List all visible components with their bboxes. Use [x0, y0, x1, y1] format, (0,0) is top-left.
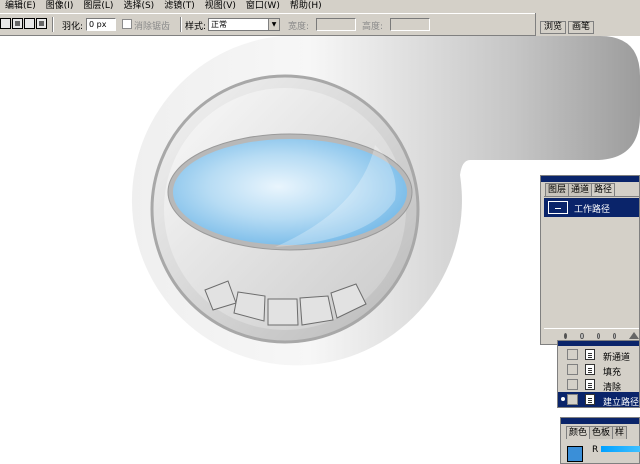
panel-titlebar[interactable] [561, 418, 639, 424]
actions-panel: 新通道 填充 清除 建立路径 [557, 340, 640, 408]
panel-titlebar[interactable] [558, 341, 639, 346]
antialias-checkbox[interactable] [122, 19, 132, 29]
tab-channels[interactable]: 通道 [568, 183, 593, 196]
action-item[interactable]: 清除 [558, 377, 639, 393]
action-item-selected[interactable]: 建立路径 [558, 392, 640, 408]
paths-panel-tabs: 图层 通道 路径 [545, 183, 616, 196]
action-step-icon [585, 364, 595, 375]
action-item[interactable]: 填充 [558, 362, 639, 378]
palette-well: 浏览 画笔 [535, 13, 640, 36]
path-thumbnail-icon [548, 201, 568, 214]
control-button [267, 298, 299, 326]
work-path-label: 工作路径 [574, 205, 611, 215]
style-select[interactable]: 正常 ▼ [208, 18, 280, 31]
tab-color[interactable]: 颜色 [566, 426, 591, 439]
new-path-icon[interactable] [629, 332, 639, 339]
tab-brushes[interactable]: 画笔 [568, 21, 595, 34]
action-step-icon [585, 379, 595, 390]
tab-styles[interactable]: 样 [612, 426, 628, 439]
style-select-value: 正常 [211, 20, 227, 29]
fill-path-icon[interactable] [564, 332, 568, 339]
action-item[interactable]: 新通道 [558, 347, 639, 363]
width-input [316, 18, 356, 31]
action-toggle-checkbox[interactable] [567, 394, 578, 405]
height-label: 高度: [362, 22, 384, 32]
red-channel-label: R [592, 445, 599, 455]
action-label: 建立路径 [603, 398, 640, 408]
tab-paths[interactable]: 路径 [591, 183, 616, 196]
width-label: 宽度: [288, 22, 310, 32]
action-step-icon [585, 394, 595, 405]
action-toggle-checkbox[interactable] [567, 379, 578, 390]
tab-layers[interactable]: 图层 [545, 183, 570, 196]
antialias-label: 消除锯齿 [134, 22, 171, 32]
action-step-icon [585, 349, 595, 360]
menu-edit[interactable]: 编辑(E) [0, 0, 41, 13]
make-path-icon[interactable] [612, 332, 616, 339]
color-panel-tabs: 颜色 色板 样 [566, 426, 628, 439]
separator [52, 17, 54, 32]
feather-input[interactable]: 0 px [86, 18, 116, 31]
selection-mode-buttons [0, 18, 47, 29]
separator [180, 17, 182, 32]
new-selection-icon[interactable] [0, 18, 11, 29]
color-panel: 颜色 色板 样 R [560, 417, 640, 464]
intersect-selection-icon[interactable] [36, 18, 47, 29]
paths-list: 工作路径 [544, 196, 639, 326]
tab-browse[interactable]: 浏览 [540, 21, 567, 34]
menu-help[interactable]: 帮助(H) [285, 0, 327, 13]
panel-titlebar[interactable] [541, 176, 639, 182]
action-toggle-checkbox[interactable] [567, 349, 578, 360]
action-toggle-checkbox[interactable] [567, 364, 578, 375]
chevron-down-icon: ▼ [268, 19, 279, 30]
menu-view[interactable]: 视图(V) [200, 0, 241, 13]
add-selection-icon[interactable] [12, 18, 23, 29]
height-input [390, 18, 430, 31]
control-button [299, 295, 334, 326]
menu-layer[interactable]: 图层(L) [78, 0, 118, 13]
menu-select[interactable]: 选择(S) [118, 0, 159, 13]
style-label: 样式: [185, 22, 207, 32]
feather-label: 羽化: [62, 22, 84, 32]
red-channel-slider[interactable] [601, 446, 640, 452]
menu-bar: 编辑(E) 图像(I) 图层(L) 选择(S) 滤镜(T) 视图(V) 窗口(W… [0, 0, 640, 13]
load-selection-icon[interactable] [596, 332, 600, 339]
subtract-selection-icon[interactable] [24, 18, 35, 29]
stroke-path-icon[interactable] [580, 332, 584, 339]
work-path-row[interactable]: 工作路径 [544, 198, 639, 217]
menu-image[interactable]: 图像(I) [41, 0, 79, 13]
paths-panel: 图层 通道 路径 工作路径 [540, 175, 640, 345]
current-step-icon [561, 397, 565, 401]
foreground-color-swatch[interactable] [567, 446, 583, 462]
menu-window[interactable]: 窗口(W) [241, 0, 285, 13]
tab-swatches[interactable]: 色板 [589, 426, 614, 439]
menu-filter[interactable]: 滤镜(T) [159, 0, 200, 13]
